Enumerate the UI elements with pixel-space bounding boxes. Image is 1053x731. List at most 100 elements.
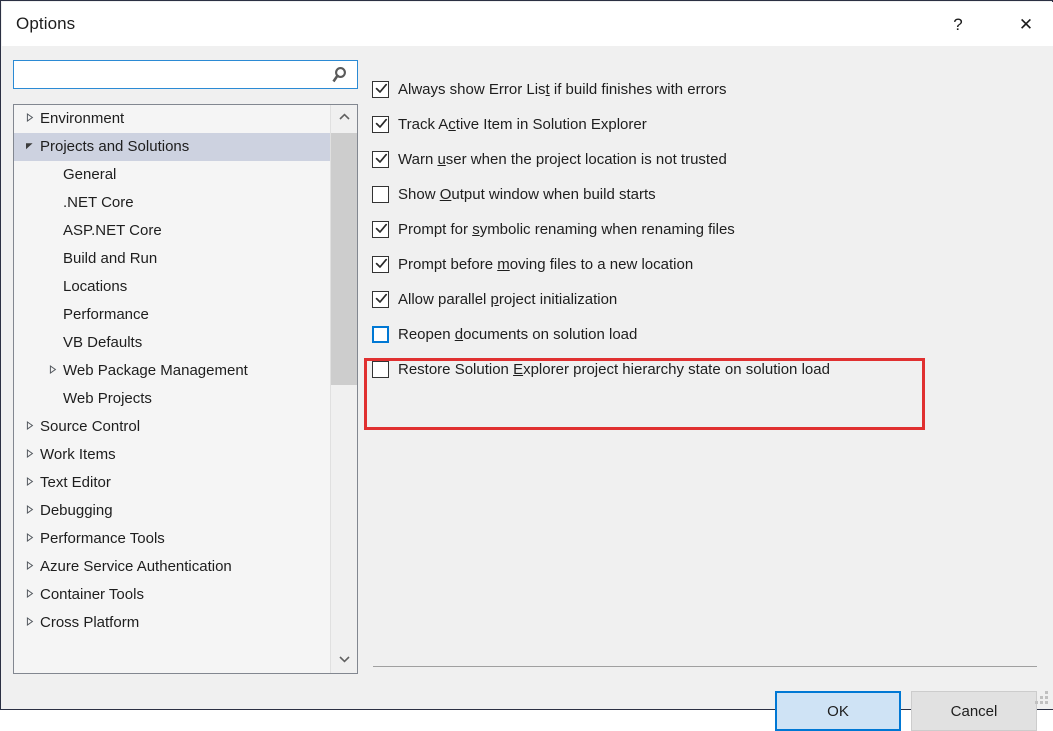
- tree-item-performance-tools[interactable]: Performance Tools: [14, 525, 330, 553]
- tree-item-web-projects[interactable]: Web Projects: [14, 385, 330, 413]
- collapsed-arrow-icon[interactable]: [21, 413, 37, 441]
- option-label: Reopen documents on solution load: [398, 326, 637, 343]
- checkbox-checked[interactable]: [372, 256, 389, 273]
- tree-item-environment[interactable]: Environment: [14, 105, 330, 133]
- dialog-title: Options: [16, 14, 75, 34]
- checkbox-unchecked[interactable]: [372, 326, 389, 343]
- checkbox-checked[interactable]: [372, 81, 389, 98]
- option-row-always-show-error-list[interactable]: Always show Error List if build finishes…: [372, 72, 1037, 107]
- tree-item-vb-defaults[interactable]: VB Defaults: [14, 329, 330, 357]
- tree-item-source-control[interactable]: Source Control: [14, 413, 330, 441]
- close-button[interactable]: ✕: [1003, 3, 1049, 46]
- tree-item-projects-and-solutions[interactable]: Projects and Solutions: [14, 133, 330, 161]
- tree-scrollbar[interactable]: [330, 105, 357, 673]
- checkbox-unchecked[interactable]: [372, 361, 389, 378]
- search-icon[interactable]: [332, 65, 352, 85]
- options-dialog: Options ? ✕ EnvironmentProjects and Solu…: [0, 0, 1053, 710]
- tree-item-label: Environment: [40, 105, 124, 133]
- ok-button[interactable]: OK: [775, 691, 901, 731]
- scrollbar-thumb[interactable]: [331, 133, 357, 385]
- checkbox-checked[interactable]: [372, 291, 389, 308]
- tree-item-label: Source Control: [40, 413, 140, 441]
- option-row-warn-user-when-the[interactable]: Warn user when the project location is n…: [372, 142, 1037, 177]
- tree-item-label: Cross Platform: [40, 609, 139, 637]
- question-mark-icon: ?: [953, 16, 962, 33]
- option-row-prompt-before-moving-files[interactable]: Prompt before moving files to a new loca…: [372, 247, 1037, 282]
- tree-item-label: Container Tools: [40, 581, 144, 609]
- tree-item-cross-platform[interactable]: Cross Platform: [14, 609, 330, 637]
- collapsed-arrow-icon[interactable]: [21, 497, 37, 525]
- collapsed-arrow-icon[interactable]: [21, 105, 37, 133]
- option-label: Prompt before moving files to a new loca…: [398, 256, 693, 273]
- option-row-reopen-documents-on-solution[interactable]: Reopen documents on solution load: [372, 317, 1037, 352]
- checkmark-icon: [374, 291, 389, 306]
- tree-item-build-and-run[interactable]: Build and Run: [14, 245, 330, 273]
- tree-item-label: Web Package Management: [63, 357, 248, 385]
- checkbox-checked[interactable]: [372, 221, 389, 238]
- option-label: Prompt for symbolic renaming when renami…: [398, 221, 735, 238]
- tree-item-label: .NET Core: [63, 189, 134, 217]
- collapsed-arrow-icon[interactable]: [44, 357, 60, 385]
- option-row-prompt-for-symbolic-renaming[interactable]: Prompt for symbolic renaming when renami…: [372, 212, 1037, 247]
- tree-item-label: Performance Tools: [40, 525, 165, 553]
- collapsed-arrow-icon[interactable]: [21, 525, 37, 553]
- checkmark-icon: [374, 81, 389, 96]
- checkbox-checked[interactable]: [372, 151, 389, 168]
- cancel-button[interactable]: Cancel: [911, 691, 1037, 731]
- option-row-allow-parallel-project-initialization[interactable]: Allow parallel project initialization: [372, 282, 1037, 317]
- collapsed-arrow-icon[interactable]: [21, 581, 37, 609]
- collapsed-arrow-icon[interactable]: [21, 553, 37, 581]
- category-tree-panel: EnvironmentProjects and SolutionsGeneral…: [13, 104, 358, 674]
- resize-grip[interactable]: [1035, 691, 1049, 705]
- tree-item-asp-net-core[interactable]: ASP.NET Core: [14, 217, 330, 245]
- checkmark-icon: [374, 116, 389, 131]
- collapsed-arrow-icon[interactable]: [21, 609, 37, 637]
- close-icon: ✕: [1019, 16, 1033, 33]
- tree-item-label: General: [63, 161, 116, 189]
- category-tree[interactable]: EnvironmentProjects and SolutionsGeneral…: [14, 105, 330, 673]
- tree-item-container-tools[interactable]: Container Tools: [14, 581, 330, 609]
- tree-item-locations[interactable]: Locations: [14, 273, 330, 301]
- help-button[interactable]: ?: [935, 3, 981, 46]
- option-label: Track Active Item in Solution Explorer: [398, 116, 647, 133]
- tree-item-work-items[interactable]: Work Items: [14, 441, 330, 469]
- tree-item-label: Locations: [63, 273, 127, 301]
- collapsed-arrow-icon[interactable]: [21, 469, 37, 497]
- tree-item-label: Web Projects: [63, 385, 152, 413]
- option-row-restore-solution-explorer-project[interactable]: Restore Solution Explorer project hierar…: [372, 352, 1037, 387]
- search-box[interactable]: [13, 60, 358, 89]
- tree-item-label: Work Items: [40, 441, 116, 469]
- tree-item-label: Build and Run: [63, 245, 157, 273]
- chevron-down-icon: [339, 655, 350, 666]
- tree-item-performance[interactable]: Performance: [14, 301, 330, 329]
- tree-item-general[interactable]: General: [14, 161, 330, 189]
- tree-item-text-editor[interactable]: Text Editor: [14, 469, 330, 497]
- checkbox-checked[interactable]: [372, 116, 389, 133]
- chevron-up-icon: [339, 113, 350, 124]
- scroll-down-button[interactable]: [331, 647, 357, 673]
- scroll-up-button[interactable]: [331, 105, 357, 131]
- option-label: Warn user when the project location is n…: [398, 151, 727, 168]
- tree-item-label: Projects and Solutions: [40, 133, 189, 161]
- tree-item-label: VB Defaults: [63, 329, 142, 357]
- options-list: Always show Error List if build finishes…: [372, 72, 1037, 652]
- tree-item-label: ASP.NET Core: [63, 217, 162, 245]
- checkmark-icon: [374, 151, 389, 166]
- option-label: Always show Error List if build finishes…: [398, 81, 726, 98]
- tree-item-label: Text Editor: [40, 469, 111, 497]
- tree-item-debugging[interactable]: Debugging: [14, 497, 330, 525]
- search-input[interactable]: [14, 61, 326, 88]
- collapsed-arrow-icon[interactable]: [21, 441, 37, 469]
- expanded-arrow-icon[interactable]: [21, 133, 37, 161]
- option-label: Allow parallel project initialization: [398, 291, 617, 308]
- dialog-body: EnvironmentProjects and SolutionsGeneral…: [2, 46, 1053, 709]
- tree-item-azure-service-authentication[interactable]: Azure Service Authentication: [14, 553, 330, 581]
- option-row-track-active-item-in[interactable]: Track Active Item in Solution Explorer: [372, 107, 1037, 142]
- tree-item-web-package-management[interactable]: Web Package Management: [14, 357, 330, 385]
- footer-separator: [373, 666, 1037, 667]
- option-label: Restore Solution Explorer project hierar…: [398, 361, 830, 378]
- tree-item-label: Performance: [63, 301, 149, 329]
- checkbox-unchecked[interactable]: [372, 186, 389, 203]
- option-row-show-output-window-when[interactable]: Show Output window when build starts: [372, 177, 1037, 212]
- tree-item-net-core[interactable]: .NET Core: [14, 189, 330, 217]
